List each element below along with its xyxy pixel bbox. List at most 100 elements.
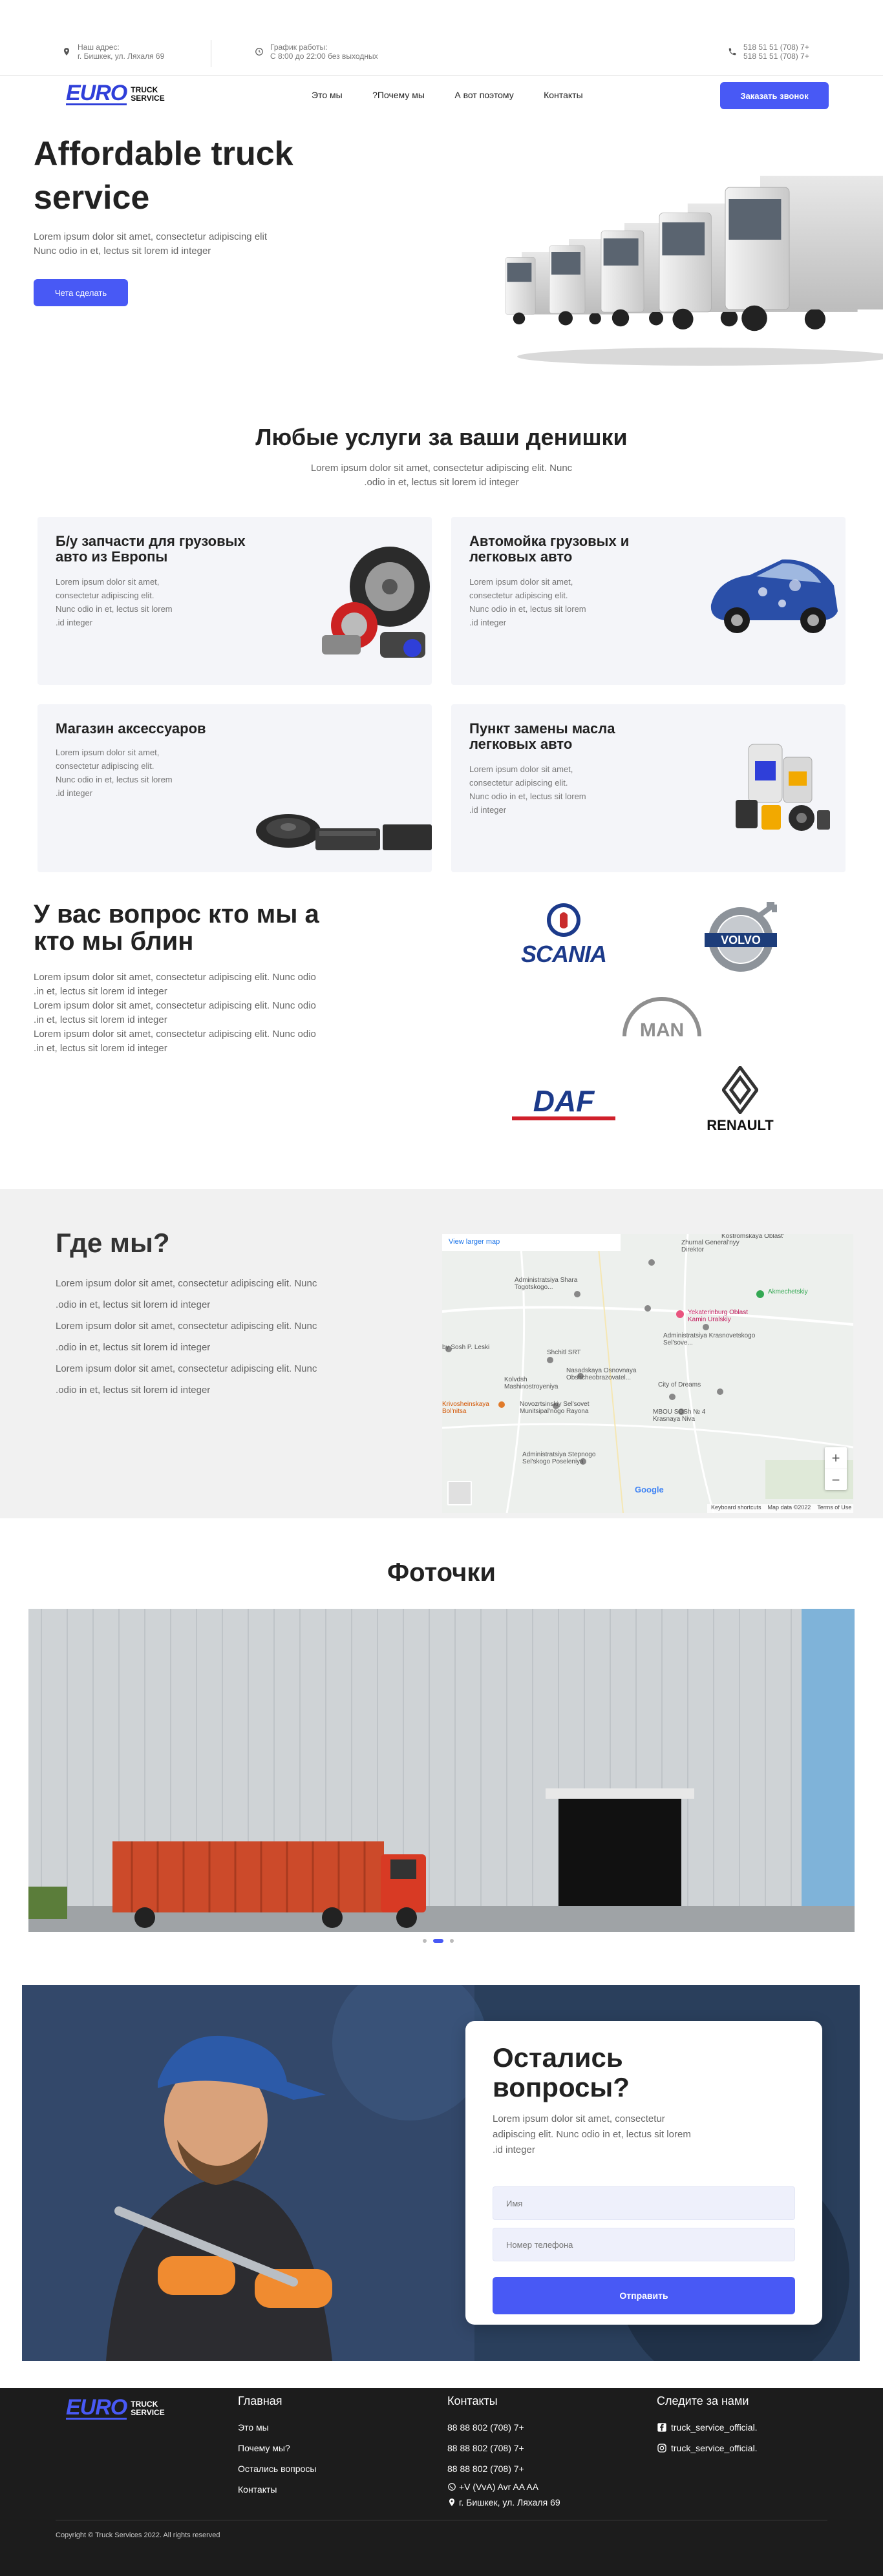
- brand-logo-volvo: VOLVO: [705, 899, 782, 980]
- location-text-line: Lorem ipsum dolor sit amet, consectetur …: [56, 1321, 317, 1332]
- card-text-line: Lorem ipsum dolor sit amet,: [56, 577, 160, 587]
- phone-2[interactable]: 518 51 51 (708) 7+: [743, 52, 809, 61]
- card-text-line: .id integer: [469, 805, 507, 815]
- service-card-oil-change[interactable]: Пункт замены масла легковых авто Lorem i…: [451, 704, 846, 872]
- footer-whatsapp-number: +V (VvA) Avr AA AA: [459, 2482, 539, 2492]
- map-footer: Keyboard shortcuts Map data ©2022 Terms …: [707, 1504, 853, 1513]
- location-text-line: .odio in et, lectus sit lorem id integer: [56, 1385, 211, 1396]
- embedded-map[interactable]: View larger map Zhurnal General'nyy Dire…: [442, 1234, 853, 1513]
- phone-info: 518 51 51 (708) 7+ 518 51 51 (708) 7+: [728, 43, 809, 61]
- footer-link-contacts[interactable]: Контакты: [238, 2479, 316, 2500]
- map-label: by Sosh P. Leski: [442, 1344, 490, 1351]
- renault-emblem-icon: [721, 1064, 760, 1116]
- map-zoom-out-button[interactable]: −: [825, 1469, 847, 1490]
- logo-subtitle: TRUCK SERVICE: [131, 85, 164, 103]
- map-data-text: Map data ©2022: [767, 1504, 811, 1511]
- footer-address-text: г. Бишкек, ул. Ляхаля 69: [459, 2497, 560, 2508]
- map-label: MBOU SOSh № 4 Krasnaya Niva: [653, 1408, 706, 1423]
- footer-facebook-link[interactable]: truck_service_official.: [657, 2417, 758, 2438]
- service-card-carwash[interactable]: Автомойка грузовых и легковых авто Lorem…: [451, 517, 846, 685]
- phone-input[interactable]: [493, 2228, 795, 2261]
- footer-phone[interactable]: 88 88 802 (708) 7+: [447, 2417, 560, 2438]
- carousel-dot[interactable]: [423, 1939, 427, 1943]
- nav-item-about[interactable]: Это мы: [312, 90, 343, 100]
- card-text-line: Nunc odio in et, lectus sit lorem: [56, 775, 173, 784]
- footer-logo-line-2: SERVICE: [131, 2407, 165, 2417]
- footer-instagram-link[interactable]: truck_service_official.: [657, 2438, 758, 2458]
- logo-line-1: TRUCK: [131, 85, 158, 94]
- map-label: Administratsiya Shara Togotskogo...: [515, 1277, 578, 1291]
- footer-phone[interactable]: 88 88 802 (708) 7+: [447, 2458, 560, 2479]
- address-info: Наш адрес: г. Бишкек, ул. Ляхаля 69: [62, 43, 164, 61]
- footer-logo[interactable]: EURO TRUCK SERVICE: [66, 2396, 165, 2420]
- card-text-line: .id integer: [56, 618, 93, 627]
- footer-logo-line-1: TRUCK: [131, 2399, 158, 2409]
- about-text-line: .in et, lectus sit lorem id integer: [34, 986, 167, 997]
- service-card-accessories[interactable]: Магазин аксессуаров Lorem ipsum dolor si…: [37, 704, 432, 872]
- location-text-line: Lorem ipsum dolor sit amet, consectetur …: [56, 1363, 317, 1374]
- card-text-line: .id integer: [56, 788, 93, 798]
- card-title-line-1: Магазин аксессуаров: [56, 720, 206, 737]
- card-text-line: consectetur adipiscing elit.: [469, 591, 568, 600]
- footer-link-questions[interactable]: Остались вопросы: [238, 2458, 316, 2479]
- about-text-line: Lorem ipsum dolor sit amet, consectetur …: [34, 972, 316, 983]
- nav-item-why[interactable]: ?Почему мы: [372, 90, 425, 100]
- map-label: Akmechetskiy: [768, 1288, 808, 1295]
- services-subtitle-line-1: Lorem ipsum dolor sit amet, consectetur …: [310, 463, 573, 474]
- brand-logo-daf: DAF: [512, 1084, 615, 1120]
- location-text-line: .odio in et, lectus sit lorem id integer: [56, 1342, 211, 1353]
- footer: EURO TRUCK SERVICE Главная Это мы Почему…: [0, 2388, 883, 2576]
- footer-link-why[interactable]: Почему мы?: [238, 2438, 316, 2458]
- footer-whatsapp[interactable]: +V (VvA) Avr AA AA: [447, 2479, 560, 2495]
- contact-text: Lorem ipsum dolor sit amet, consectetur …: [493, 2111, 691, 2158]
- map-label: Krivosheinskaya Bol'nitsa: [442, 1401, 489, 1415]
- hero-action-button[interactable]: Чета сделать: [34, 279, 128, 306]
- map-zoom-in-button[interactable]: +: [825, 1447, 847, 1469]
- header-logo[interactable]: EURO TRUCK SERVICE: [66, 82, 165, 105]
- photos-title: Фоточки: [387, 1558, 496, 1587]
- footer-link-about[interactable]: Это мы: [238, 2417, 316, 2438]
- photo-carousel[interactable]: [28, 1609, 855, 1932]
- footer-contacts-column: Контакты 88 88 802 (708) 7+ 88 88 802 (7…: [447, 2394, 560, 2510]
- about-title-line-2: кто мы блин: [34, 927, 194, 956]
- footer-phone[interactable]: 88 88 802 (708) 7+: [447, 2438, 560, 2458]
- phone-1[interactable]: 518 51 51 (708) 7+: [743, 43, 809, 52]
- service-card-parts[interactable]: Б/у запчасти для грузовых авто из Европы…: [37, 517, 432, 685]
- card-text-line: consectetur adipiscing elit.: [56, 761, 154, 771]
- daf-wordmark: DAF: [533, 1084, 595, 1118]
- map-view-larger-link[interactable]: View larger map: [442, 1234, 621, 1251]
- order-call-button[interactable]: Заказать звонок: [720, 82, 829, 109]
- nav-item-contacts[interactable]: Контакты: [544, 90, 582, 100]
- hours-value: С 8:00 до 22:00 без выходных: [270, 52, 378, 61]
- footer-social-column: Следите за нами truck_service_official. …: [657, 2394, 758, 2458]
- card-title-line-2: легковых авто: [469, 736, 573, 752]
- footer-col-title[interactable]: Главная: [238, 2394, 316, 2408]
- card-text-line: Nunc odio in et, lectus sit lorem: [56, 604, 173, 614]
- man-wordmark: MAN: [640, 1020, 684, 1040]
- volvo-emblem-icon: VOLVO: [705, 902, 777, 972]
- carousel-dot-active[interactable]: [433, 1939, 443, 1943]
- hero-title-line-1: Affordable truck: [34, 135, 293, 173]
- footer-nav-column: Главная Это мы Почему мы? Остались вопро…: [238, 2394, 316, 2500]
- card-text-line: Nunc odio in et, lectus sit lorem: [469, 791, 586, 801]
- carousel-dot[interactable]: [450, 1939, 454, 1943]
- warehouse-photo: [28, 1609, 855, 1932]
- footer-col-title: Контакты: [447, 2394, 498, 2407]
- contact-title: Остались вопросы?: [493, 2043, 630, 2102]
- footer-col-title: Следите за нами: [657, 2394, 749, 2407]
- map-shortcuts-link[interactable]: Keyboard shortcuts: [711, 1504, 761, 1513]
- card-text-line: consectetur adipiscing elit.: [56, 591, 154, 600]
- hero-text-line-2: Nunc odio in et, lectus sit lorem id int…: [34, 246, 211, 257]
- footer-instagram-handle: truck_service_official.: [671, 2443, 758, 2453]
- name-input[interactable]: [493, 2186, 795, 2220]
- map-layers-button[interactable]: [447, 1481, 472, 1505]
- renault-wordmark: RENAULT: [707, 1117, 774, 1133]
- map-terms-link[interactable]: Terms of Use: [817, 1504, 851, 1513]
- services-subtitle-line-2: .odio in et, lectus sit lorem id integer: [364, 477, 519, 488]
- nav-item-because[interactable]: А вот поэтому: [454, 90, 513, 100]
- contact-text-line: adipiscing elit. Nunc odio in et, lectus…: [493, 2129, 691, 2140]
- card-text-line: Lorem ipsum dolor sit amet,: [469, 577, 573, 587]
- whatsapp-icon: [448, 2483, 456, 2491]
- services-title: Любые услуги за ваши денишки: [255, 424, 628, 450]
- submit-button[interactable]: Отправить: [493, 2277, 795, 2314]
